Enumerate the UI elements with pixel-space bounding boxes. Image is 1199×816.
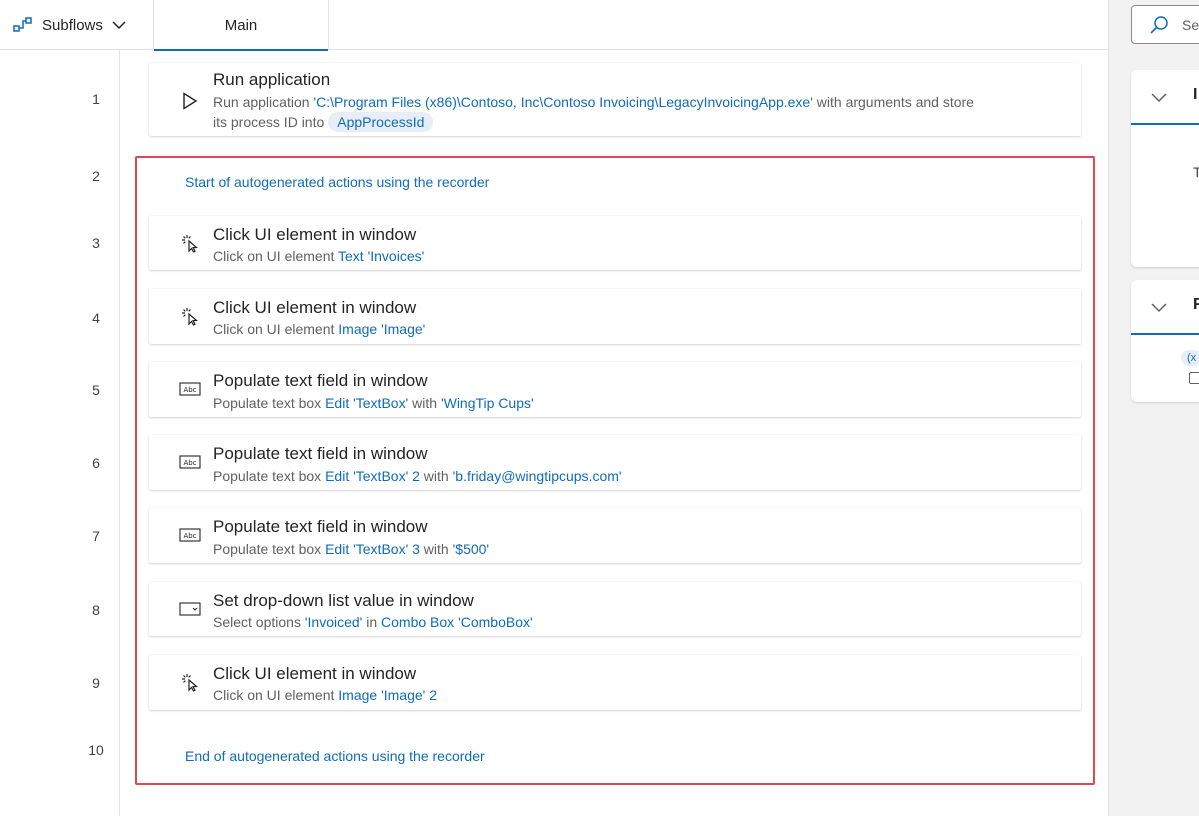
action-title: Populate text field in window	[213, 444, 428, 463]
ui-element-link[interactable]: Text 'Invoices'	[338, 248, 424, 264]
subflows-icon	[12, 16, 34, 34]
subflows-dropdown[interactable]: Subflows	[12, 12, 127, 38]
line-number: 8	[92, 602, 100, 618]
ui-element-link[interactable]: Edit 'TextBox' 3	[325, 541, 420, 557]
desc-text: Populate text box	[213, 468, 326, 484]
action-title: Click UI element in window	[213, 664, 417, 683]
search-placeholder: Sea	[1182, 17, 1199, 33]
action-click-ui-element[interactable]: Click UI element in window Click on UI e…	[149, 655, 1081, 710]
panel-section-1: I T	[1131, 70, 1199, 267]
desc-text: Populate text box	[213, 395, 326, 411]
desc-text: with	[419, 541, 453, 557]
line-number: 5	[92, 382, 100, 398]
desc-text: with	[408, 395, 441, 411]
desc-text: with arguments and store	[812, 94, 974, 110]
gutter-divider	[119, 50, 120, 816]
ui-element-link[interactable]: Edit 'TextBox'	[325, 395, 408, 411]
svg-text:Abc: Abc	[183, 386, 196, 394]
variable-pill[interactable]: AppProcessId	[328, 112, 434, 132]
line-number: 2	[92, 168, 100, 184]
text-field-icon: Abc	[179, 378, 201, 400]
action-description-line2: its process ID into AppProcessId	[213, 111, 434, 133]
action-click-ui-element[interactable]: Click UI element in window Click on UI e…	[149, 216, 1081, 270]
svg-text:Abc: Abc	[183, 459, 196, 467]
tab-main-label: Main	[224, 16, 258, 34]
chevron-down-icon	[111, 17, 127, 33]
ui-element-link[interactable]: Image 'Image' 2	[338, 687, 437, 703]
app-path-link[interactable]: 'C:\Program Files (x86)\Contoso, Inc\Con…	[313, 94, 812, 110]
click-cursor-icon	[179, 671, 201, 693]
option-link[interactable]: 'Invoiced'	[305, 614, 363, 630]
chevron-down-icon[interactable]	[1150, 88, 1168, 111]
variable-chip[interactable]: (x	[1181, 350, 1199, 366]
action-description: Click on UI element Image 'Image' 2	[213, 684, 437, 706]
top-bar: Subflows Main	[0, 0, 1108, 51]
desc-text: Click on UI element	[213, 687, 339, 703]
line-number: 6	[92, 455, 100, 471]
action-populate-text-field[interactable]: Abc Populate text field in window Popula…	[149, 362, 1081, 417]
panel-section-title: I	[1193, 86, 1198, 103]
desc-text: Select options	[213, 614, 305, 630]
checkbox[interactable]	[1189, 372, 1199, 384]
panel-section-title: F	[1193, 296, 1199, 314]
panel-section-header[interactable]: I	[1131, 70, 1199, 125]
action-run-application[interactable]: Run application Run application 'C:\Prog…	[149, 63, 1081, 136]
action-description: Populate text box Edit 'TextBox' with 'W…	[213, 392, 534, 414]
dropdown-list-icon	[179, 598, 201, 620]
line-number: 10	[88, 742, 104, 758]
action-set-dropdown-value[interactable]: Set drop-down list value in window Selec…	[149, 582, 1081, 636]
action-title: Click UI element in window	[213, 298, 417, 317]
flow-designer: Subflows Main 1 2 3 4 5 6 7 8 9 10 Run a…	[0, 0, 1199, 816]
panel-section-text: T	[1193, 164, 1199, 180]
line-number: 1	[92, 91, 100, 107]
desc-text: Click on UI element	[213, 248, 339, 264]
action-description: Populate text box Edit 'TextBox' 3 with …	[213, 538, 489, 560]
action-title: Click UI element in window	[213, 225, 417, 244]
action-description: Click on UI element Image 'Image'	[213, 318, 425, 340]
action-title: Populate text field in window	[213, 517, 428, 536]
value-link[interactable]: '$500'	[453, 541, 490, 557]
action-click-ui-element[interactable]: Click UI element in window Click on UI e…	[149, 289, 1081, 344]
desc-text: Click on UI element	[213, 321, 339, 337]
line-number: 7	[92, 528, 100, 544]
panel-section-2: F (x	[1131, 280, 1199, 402]
right-panel: Sea I T F (x	[1108, 0, 1199, 816]
action-populate-text-field[interactable]: Abc Populate text field in window Popula…	[149, 508, 1081, 563]
action-description: Click on UI element Text 'Invoices'	[213, 245, 424, 267]
action-description: Select options 'Invoiced' in Combo Box '…	[213, 611, 533, 633]
line-number: 4	[92, 310, 100, 326]
action-title: Populate text field in window	[213, 371, 428, 390]
desc-text: Run application	[213, 94, 314, 110]
ui-element-link[interactable]: Edit 'TextBox' 2	[325, 468, 420, 484]
click-cursor-icon	[179, 305, 201, 327]
line-number: 3	[92, 235, 100, 251]
svg-text:Abc: Abc	[183, 532, 196, 540]
line-number: 9	[92, 675, 100, 691]
panel-section-header[interactable]: F	[1131, 280, 1199, 335]
action-description: Populate text box Edit 'TextBox' 2 with …	[213, 465, 622, 487]
action-title: Run application	[213, 70, 331, 89]
play-icon	[179, 90, 201, 112]
ui-element-link[interactable]: Combo Box 'ComboBox'	[381, 614, 533, 630]
search-icon	[1148, 14, 1170, 41]
click-cursor-icon	[179, 232, 201, 254]
value-link[interactable]: 'b.friday@wingtipcups.com'	[453, 468, 622, 484]
search-input[interactable]: Sea	[1131, 5, 1199, 44]
subflows-label: Subflows	[42, 16, 103, 34]
desc-text: with	[419, 468, 453, 484]
action-populate-text-field[interactable]: Abc Populate text field in window Popula…	[149, 435, 1081, 490]
recorder-end-marker[interactable]: End of autogenerated actions using the r…	[185, 748, 485, 764]
desc-text: Populate text box	[213, 541, 326, 557]
text-field-icon: Abc	[179, 451, 201, 473]
value-link[interactable]: 'WingTip Cups'	[441, 395, 534, 411]
ui-element-link[interactable]: Image 'Image'	[338, 321, 425, 337]
desc-text: its process ID into	[213, 114, 325, 130]
desc-text: in	[362, 614, 382, 630]
tab-main[interactable]: Main	[153, 0, 329, 51]
action-description: Run application 'C:\Program Files (x86)\…	[213, 91, 974, 113]
chevron-down-icon[interactable]	[1150, 298, 1168, 321]
text-field-icon: Abc	[179, 524, 201, 546]
action-title: Set drop-down list value in window	[213, 591, 474, 610]
recorder-start-marker[interactable]: Start of autogenerated actions using the…	[185, 174, 489, 190]
